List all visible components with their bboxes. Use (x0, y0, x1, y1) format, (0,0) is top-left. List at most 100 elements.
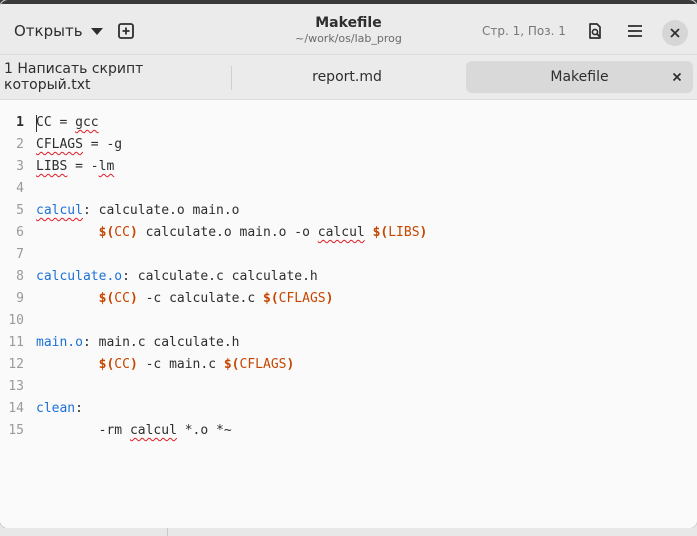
code-text: : calculate.c calculate.h (122, 269, 318, 284)
tab-script-txt[interactable]: 1 Написать скрипт который.txt (4, 61, 228, 93)
line-number-gutter: 1 2 3 4 5 6 7 8 9 10 11 12 13 14 15 (0, 112, 30, 442)
code-text: : (75, 401, 83, 416)
code-line-empty[interactable] (36, 376, 697, 398)
var-delim: ) (129, 357, 138, 372)
line-number: 5 (16, 203, 24, 218)
spell-error-word: LIBS (36, 159, 68, 174)
code-line[interactable]: main.o: main.c calculate.h (36, 332, 697, 354)
var-delim: ) (286, 357, 295, 372)
line-number: 14 (8, 401, 24, 416)
open-button[interactable]: Открыть (6, 14, 111, 48)
code-text: -rm (98, 423, 130, 438)
text-editor[interactable]: 1 2 3 4 5 6 7 8 9 10 11 12 13 14 15 CC =… (0, 100, 697, 528)
code-text: : main.c calculate.h (82, 335, 240, 350)
window-subtitle-path: ~/work/os/lab_prog (295, 32, 402, 45)
code-line[interactable]: $(CC) -c calculate.c $(CFLAGS) (36, 288, 697, 310)
spell-error-word: lm (98, 159, 115, 174)
header-bar: Открыть Makefile ~/work/os/lab_prog Стр.… (0, 4, 697, 55)
line-number: 1 (16, 115, 24, 130)
code-line[interactable]: -rm calcul *.o *~ (36, 420, 697, 442)
var-delim: $( (98, 291, 115, 306)
window-title-block: Makefile ~/work/os/lab_prog (200, 14, 497, 46)
document-search-icon (589, 23, 601, 39)
code-line[interactable]: CC = gcc (36, 112, 697, 134)
spell-error-word: calcul (129, 423, 177, 438)
line-number: 15 (8, 423, 24, 438)
line-number: 7 (16, 247, 24, 262)
main-menu-button[interactable] (618, 14, 652, 48)
line-number: 4 (16, 181, 24, 196)
code-text: : calculate.o main.o (82, 203, 240, 218)
code-line[interactable]: calculate.o: calculate.c calculate.h (36, 266, 697, 288)
tab-bar: 1 Написать скрипт который.txt report.md … (0, 55, 697, 100)
code-line[interactable]: calcul: calculate.o main.o (36, 200, 697, 222)
line-number: 6 (16, 225, 24, 240)
tab-close-button[interactable] (669, 69, 685, 85)
code-text: *.o *~ (176, 423, 232, 438)
tab-label: report.md (312, 69, 382, 85)
code-text: -c main.c (137, 357, 224, 372)
var-delim: ) (129, 291, 138, 306)
line-number: 12 (8, 357, 24, 372)
code-text: = -g (82, 137, 123, 152)
code-text: calculate.o main.o -o (137, 225, 318, 240)
code-line-empty[interactable] (36, 310, 697, 332)
var-delim: $( (263, 291, 279, 306)
var-ref: CC (114, 225, 130, 240)
var-delim: $( (223, 357, 240, 372)
code-line[interactable]: $(CC) calculate.o main.o -o calcul $(LIB… (36, 222, 697, 244)
line-number: 2 (16, 137, 24, 152)
spell-error-word: CFLAGS (36, 137, 83, 152)
new-tab-icon (118, 23, 134, 39)
background-divider (167, 528, 168, 536)
var-delim: ) (325, 291, 334, 306)
line-number: 8 (16, 269, 24, 284)
code-line[interactable]: clean: (36, 398, 697, 420)
make-target: clean (36, 401, 76, 416)
tab-makefile[interactable]: Makefile (466, 61, 693, 93)
code-line[interactable]: $(CC) -c main.c $(CFLAGS) (36, 354, 697, 376)
window-close-button[interactable] (662, 20, 688, 46)
background-strip (0, 528, 697, 536)
line-number: 10 (8, 313, 24, 328)
var-delim: $( (98, 225, 115, 240)
close-icon (670, 28, 680, 38)
tab-separator (231, 66, 232, 90)
cursor-position-label[interactable]: Стр. 1, Поз. 1 (482, 24, 566, 38)
open-button-label: Открыть (14, 22, 83, 40)
var-name: CC (36, 115, 52, 130)
make-target: calculate.o (36, 269, 123, 284)
make-target: main.o (36, 335, 83, 350)
spell-error-word: gcc (75, 115, 99, 130)
text-cursor (36, 115, 37, 132)
tab-label: 1 Написать скрипт который.txt (4, 61, 144, 93)
document-search-button[interactable] (578, 14, 612, 48)
code-line[interactable]: CFLAGS = -g (36, 134, 697, 156)
var-ref: CC (114, 357, 130, 372)
editor-window: Открыть Makefile ~/work/os/lab_prog Стр.… (0, 0, 697, 528)
code-line[interactable]: LIBS = -lm (36, 156, 697, 178)
var-delim: ) (419, 225, 428, 240)
hamburger-menu-icon (628, 25, 642, 37)
var-delim: ) (129, 225, 138, 240)
line-number: 13 (8, 379, 24, 394)
window-title: Makefile (315, 15, 382, 31)
code-line-empty[interactable] (36, 178, 697, 200)
var-ref: CC (114, 291, 130, 306)
code-line-empty[interactable] (36, 244, 697, 266)
line-number: 3 (16, 159, 24, 174)
spell-error-word: calcul (317, 225, 365, 240)
close-icon (672, 72, 682, 82)
tab-report-md[interactable]: report.md (236, 61, 458, 93)
var-ref: CFLAGS (278, 291, 326, 306)
new-tab-button[interactable] (109, 14, 143, 48)
code-text: = (51, 115, 76, 130)
var-delim: $( (98, 357, 115, 372)
code-area[interactable]: CC = gcc CFLAGS = -g LIBS = -lm calcul: … (36, 112, 697, 442)
var-delim: $( (372, 225, 389, 240)
